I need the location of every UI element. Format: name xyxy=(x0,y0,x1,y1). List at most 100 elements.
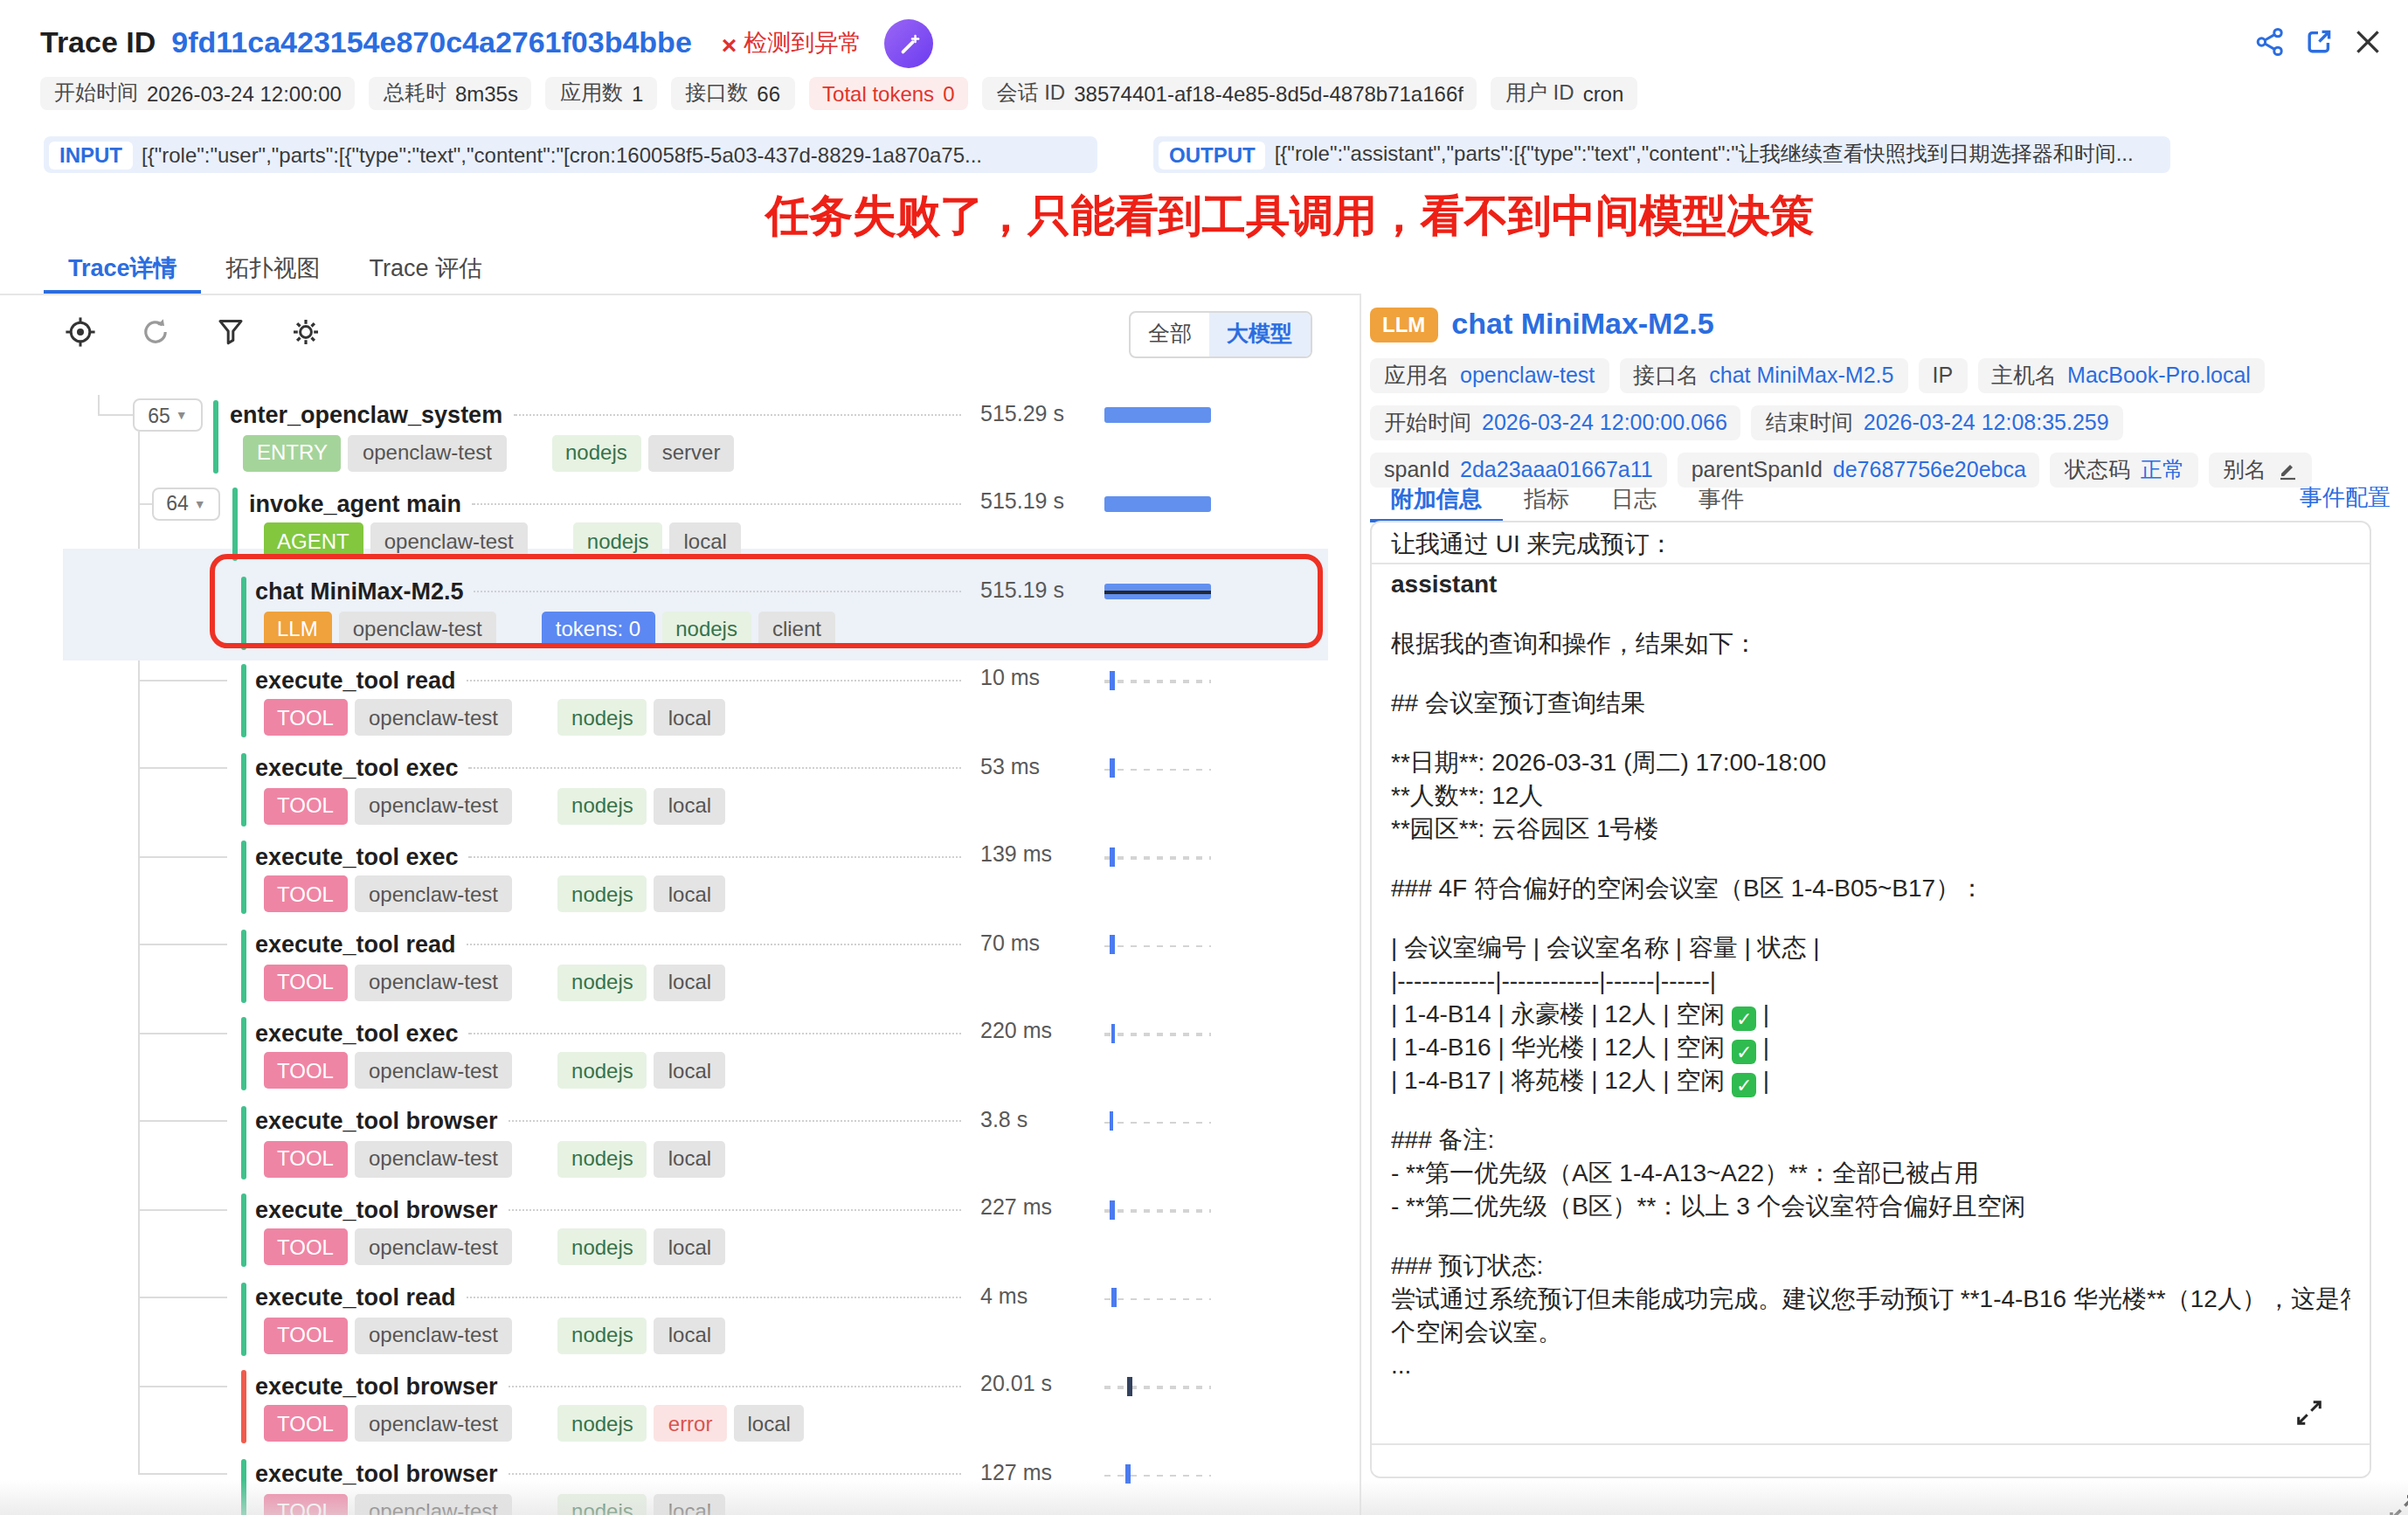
span-indicator xyxy=(241,1193,246,1267)
timeline-dash xyxy=(1104,1474,1211,1477)
duration-tick xyxy=(1111,1288,1116,1307)
span-indicator xyxy=(241,1370,246,1443)
tree-connector xyxy=(138,944,227,945)
content-line: 尝试通过系统预订但未能成功完成。建议您手动预订 **1-4-B16 华光楼**（… xyxy=(1391,1283,2350,1316)
detail-pill: 主机名MacBook-Pro.local xyxy=(1977,358,2265,393)
detail-pill: 开始时间2026-03-24 12:00:00.066 xyxy=(1370,405,1741,440)
span-indicator xyxy=(241,752,246,826)
span-indicator xyxy=(212,399,218,473)
detail-tab-2[interactable]: 日志 xyxy=(1590,482,1678,515)
tag-openclaw-test: openclaw-test xyxy=(355,964,512,1000)
content-line: 个空闲会议室。 xyxy=(1391,1316,2350,1349)
content-line: ### 预订状态: xyxy=(1391,1249,2350,1283)
span-name[interactable]: execute_tool read xyxy=(255,1284,456,1311)
tree-connector xyxy=(138,679,227,681)
content-line: **日期**: 2026-03-31 (周二) 17:00-18:00 xyxy=(1391,746,2350,779)
collapse-box-65[interactable]: 65▼ xyxy=(133,398,203,432)
span-timeline xyxy=(1104,749,1211,787)
content-line: 根据我的查询和操作，结果如下： xyxy=(1391,627,2350,661)
tag-openclaw-test: openclaw-test xyxy=(355,1140,512,1177)
span-name[interactable]: enter_openclaw_system xyxy=(230,402,502,428)
span-duration: 515.19 s xyxy=(980,489,1099,514)
content-line: ## 会议室预订查询结果 xyxy=(1391,687,2350,720)
span-timeline xyxy=(1104,1278,1211,1317)
panel-divider[interactable] xyxy=(1360,294,1361,1515)
duration-tick xyxy=(1110,847,1114,866)
span-indicator xyxy=(232,488,238,561)
content-line xyxy=(1391,1223,2350,1249)
close-icon[interactable] xyxy=(2352,26,2384,58)
timeline-dash xyxy=(1104,1386,1211,1388)
span-indicator xyxy=(241,1105,246,1179)
duration-tick xyxy=(1110,670,1114,689)
tag-openclaw-test: openclaw-test xyxy=(349,434,506,471)
timeline-dash xyxy=(1104,856,1211,859)
span-duration: 220 ms xyxy=(980,1019,1099,1043)
timeline-dash xyxy=(1104,944,1211,947)
content-line: ... xyxy=(1391,1349,2350,1382)
span-tags: TOOLopenclaw-testnodejslocal xyxy=(263,1052,725,1089)
tag-openclaw-test: openclaw-test xyxy=(355,1052,512,1089)
span-duration: 227 ms xyxy=(980,1195,1099,1220)
tag-server: server xyxy=(648,434,735,471)
span-name[interactable]: execute_tool browser xyxy=(255,1373,498,1399)
detail-pill: 结束时间2026-03-24 12:08:35.259 xyxy=(1752,405,2123,440)
tag-error: error xyxy=(654,1405,727,1442)
share-icon[interactable] xyxy=(2254,26,2286,58)
tree-connector xyxy=(138,1032,227,1034)
leader-line xyxy=(469,1032,961,1034)
expand-icon[interactable] xyxy=(2294,1398,2324,1428)
span-timeline xyxy=(1104,837,1211,875)
content-line xyxy=(1391,720,2350,746)
span-tags: TOOLopenclaw-testnodejserrorlocal xyxy=(263,1405,805,1442)
leader-line xyxy=(509,1385,961,1387)
leader-line xyxy=(509,1120,961,1122)
tree-connector xyxy=(138,767,227,769)
tree-connector xyxy=(138,1385,227,1387)
span-timeline xyxy=(1104,661,1211,699)
leader-line xyxy=(509,1208,961,1210)
tag-tool: TOOL xyxy=(263,875,348,912)
event-config-link[interactable]: 事件配置 xyxy=(2300,482,2391,514)
span-duration: 4 ms xyxy=(980,1283,1099,1308)
span-name[interactable]: invoke_agent main xyxy=(249,490,461,516)
tag-tool: TOOL xyxy=(263,1228,348,1265)
leader-line xyxy=(469,767,961,769)
span-name[interactable]: execute_tool browser xyxy=(255,1108,498,1134)
tag-local: local xyxy=(654,1052,725,1089)
content-line: | 会议室编号 | 会议室名称 | 容量 | 状态 | xyxy=(1391,931,2350,965)
content-line xyxy=(1391,661,2350,687)
annotation-red-box xyxy=(210,554,1323,648)
content-line: **园区**: 云谷园区 1号楼 xyxy=(1391,813,2350,846)
edit-icon[interactable] xyxy=(2277,460,2298,481)
span-name[interactable]: execute_tool browser xyxy=(255,1196,498,1222)
tag-nodejs: nodejs xyxy=(557,1140,647,1177)
duration-tick xyxy=(1110,1200,1114,1219)
content-line: |------------|------------|------|------… xyxy=(1391,965,2350,998)
span-name[interactable]: execute_tool exec xyxy=(255,1020,459,1046)
span-name[interactable]: execute_tool read xyxy=(255,931,456,958)
tag-nodejs: nodejs xyxy=(557,787,647,824)
span-name[interactable]: execute_tool exec xyxy=(255,755,459,781)
span-indicator xyxy=(241,841,246,914)
detail-tab-0[interactable]: 附加信息 xyxy=(1370,482,1503,515)
tag-local: local xyxy=(654,875,725,912)
content-line: | 1-4-B16 | 华光楼 | 12人 | 空闲 ✓ | xyxy=(1391,1031,2350,1064)
content-line: | 1-4-B14 | 永豪楼 | 12人 | 空闲 ✓ | xyxy=(1391,998,2350,1031)
open-external-icon[interactable] xyxy=(2303,26,2335,58)
leader-line xyxy=(513,414,961,416)
check-emoji: ✓ xyxy=(1732,1007,1756,1031)
span-name[interactable]: execute_tool exec xyxy=(255,843,459,869)
tag-nodejs: nodejs xyxy=(557,1052,647,1089)
span-name[interactable]: execute_tool read xyxy=(255,667,456,693)
detail-tab-1[interactable]: 指标 xyxy=(1503,482,1590,515)
leader-line xyxy=(467,944,961,945)
collapse-box-64[interactable]: 64▼ xyxy=(152,487,220,520)
detail-tab-3[interactable]: 事件 xyxy=(1678,482,1765,515)
trace-detail-page: Trace ID 9fd11ca423154e870c4a2761f03b4bb… xyxy=(0,0,2408,1515)
content-line: **人数**: 12人 xyxy=(1391,779,2350,813)
duration-bar xyxy=(1104,495,1211,511)
span-duration: 53 ms xyxy=(980,754,1099,778)
tag-local: local xyxy=(654,1140,725,1177)
tag-entry: ENTRY xyxy=(243,434,342,471)
